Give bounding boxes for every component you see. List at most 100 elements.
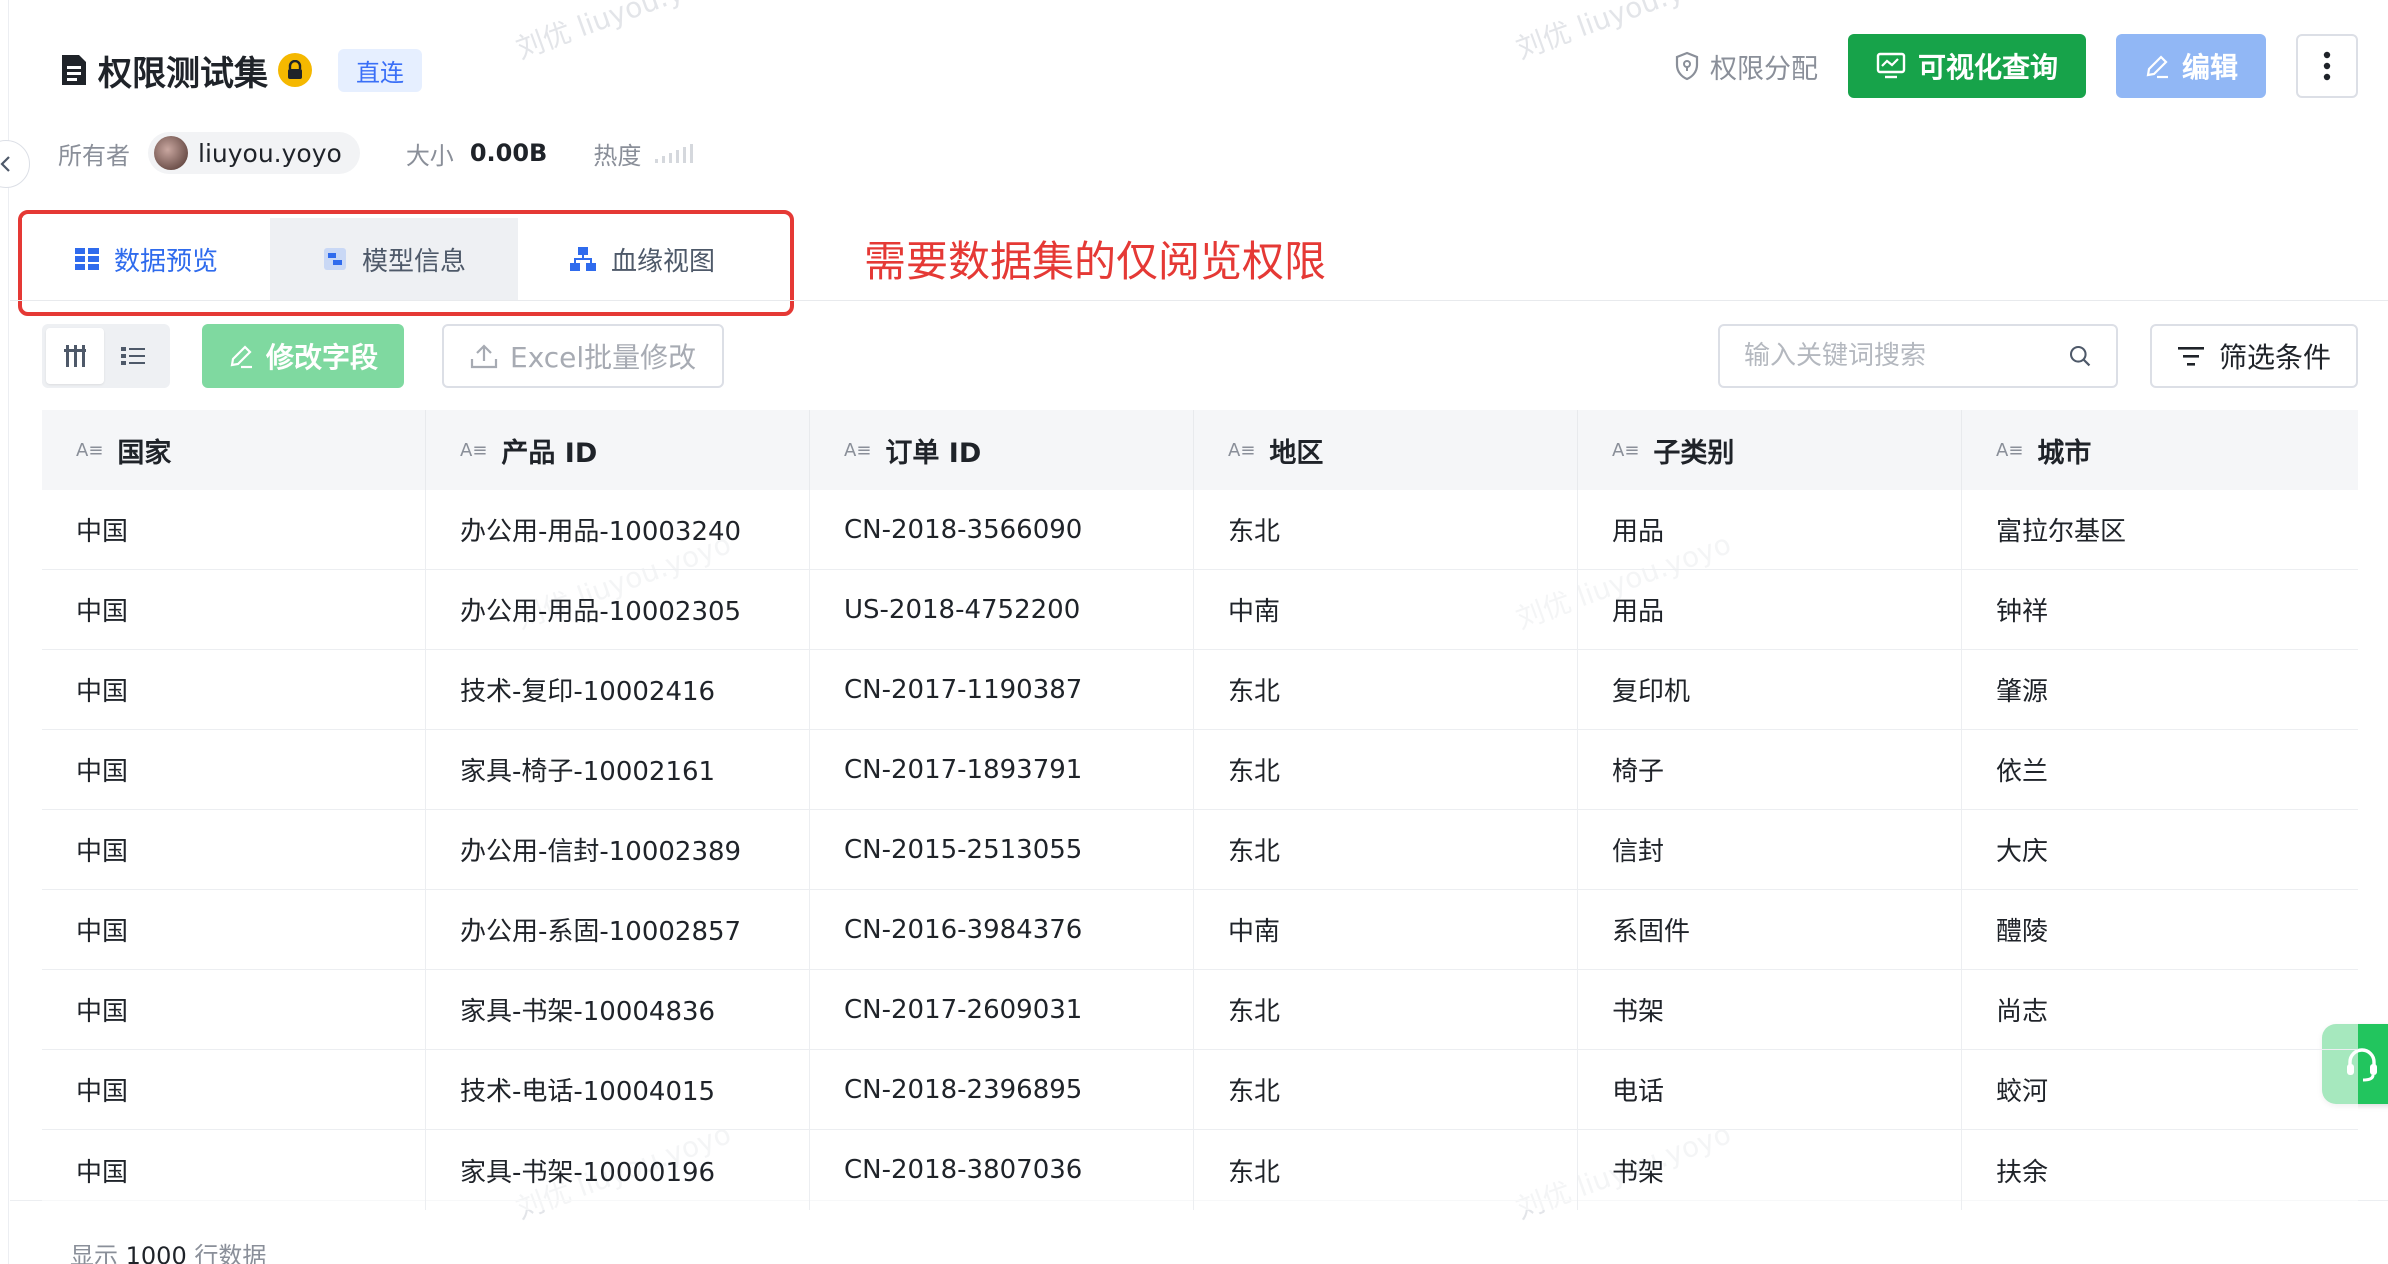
table-cell: 复印机 — [1578, 650, 1962, 729]
header-actions: 权限分配 可视化查询 编辑 — [1674, 34, 2358, 98]
pencil-icon — [2146, 55, 2168, 79]
owner-name: liuyou.yoyo — [198, 138, 342, 168]
table-row[interactable]: 中国 办公用-用品-10002305 US-2018-4752200 中南 用品 钟祥 — [42, 570, 2358, 650]
view-mode-toggle — [42, 324, 170, 388]
row-count: 1000 — [125, 1242, 187, 1264]
table-cell: 中国 — [42, 570, 426, 649]
more-options-button[interactable] — [2296, 34, 2358, 98]
table-cell: 书架 — [1578, 970, 1962, 1049]
edit-button[interactable]: 编辑 — [2115, 34, 2266, 98]
list-view-icon — [121, 347, 145, 365]
lock-icon — [278, 53, 312, 87]
heat-label: 热度 — [593, 141, 642, 170]
column-header[interactable]: A≡ 子类别 — [1578, 410, 1962, 490]
table-cell: 书架 — [1578, 1130, 1962, 1210]
table-cell: 中国 — [42, 970, 426, 1049]
permission-assign-button[interactable]: 权限分配 — [1674, 47, 1818, 86]
owner-chip[interactable]: liuyou.yoyo — [148, 132, 360, 174]
tab-bar: 数据预览 模型信息 血缘视图 — [22, 218, 766, 300]
page-title: 权限测试集 — [98, 53, 268, 94]
column-view-button[interactable] — [46, 328, 104, 384]
table-cell: CN-2016-3984376 — [810, 890, 1194, 969]
table-cell: CN-2018-3807036 — [810, 1130, 1194, 1210]
table-cell: 技术-电话-10004015 — [426, 1050, 810, 1129]
table-cell: 中国 — [42, 730, 426, 809]
table-cell: 中国 — [42, 810, 426, 889]
table-row[interactable]: 中国 办公用-用品-10003240 CN-2018-3566090 东北 用品 富拉尔基… — [42, 490, 2358, 570]
owner-label: 所有者 — [58, 141, 130, 170]
text-type-icon: A≡ — [844, 439, 872, 461]
table-cell: 用品 — [1578, 490, 1962, 569]
table-cell: 中国 — [42, 890, 426, 969]
filter-icon — [2177, 347, 2204, 366]
search-icon[interactable] — [2068, 342, 2092, 370]
list-view-button[interactable] — [104, 328, 162, 384]
table-cell: 东北 — [1194, 730, 1578, 809]
edit-label: 编辑 — [2181, 51, 2238, 84]
table-cell: 办公用-用品-10002305 — [426, 570, 810, 649]
dataset-meta: 所有者 liuyou.yoyo 大小 0.00B 热度 — [58, 130, 694, 176]
table-cell: 信封 — [1578, 810, 1962, 889]
table-body: 中国 办公用-用品-10003240 CN-2018-3566090 东北 用品 富拉尔基… — [42, 490, 2358, 1210]
table-cell: 椅子 — [1578, 730, 1962, 809]
table-cell: 办公用-系固-10002857 — [426, 890, 810, 969]
tabs-divider — [10, 300, 2388, 301]
more-vertical-icon — [2323, 51, 2331, 81]
filter-button[interactable]: 筛选条件 — [2150, 324, 2358, 388]
table-row[interactable]: 中国 技术-电话-10004015 CN-2018-2396895 东北 电话 蛟河 — [42, 1050, 2358, 1130]
heat-bars-icon — [655, 143, 694, 163]
size-value: 0.00B — [469, 139, 548, 167]
tab-label: 血缘视图 — [610, 246, 715, 277]
table-cell: 中南 — [1194, 570, 1578, 649]
table-cell: 家具-书架-10000196 — [426, 1130, 810, 1210]
edit-fields-button[interactable]: 修改字段 — [202, 324, 405, 388]
table-cell: 电话 — [1578, 1050, 1962, 1129]
search-input[interactable] — [1744, 341, 2068, 371]
table-row[interactable]: 中国 家具-椅子-10002161 CN-2017-1893791 东北 椅子 依兰 — [42, 730, 2358, 810]
table-cell: 中国 — [42, 1130, 426, 1210]
table-cell: 东北 — [1194, 490, 1578, 569]
row-count-footer: 显示 1000 行数据 — [70, 1236, 266, 1264]
column-header[interactable]: A≡ 国家 — [42, 410, 426, 490]
data-table: A≡ 国家 A≡ 产品 ID A≡ 订单 ID A≡ 地区 A≡ 子类别 A≡ 城市 中国办… — [42, 410, 2358, 1210]
table-cell: 东北 — [1194, 970, 1578, 1049]
table-cell: CN-2018-2396895 — [810, 1050, 1194, 1129]
tab-label: 数据预览 — [113, 246, 218, 277]
table-cell: 依兰 — [1996, 757, 2049, 787]
tab-lineage-view[interactable]: 血缘视图 — [518, 218, 766, 300]
text-type-icon: A≡ — [1228, 439, 1256, 461]
column-header[interactable]: A≡ 订单 ID — [810, 410, 1194, 490]
column-header[interactable]: A≡ 产品 ID — [426, 410, 810, 490]
table-cell: CN-2017-1190387 — [810, 650, 1194, 729]
visual-query-label: 可视化查询 — [1917, 51, 2058, 84]
table-row[interactable]: 中国 技术-复印-10002416 CN-2017-1190387 东北 复印机 肇源 — [42, 650, 2358, 730]
table-header: A≡ 国家 A≡ 产品 ID A≡ 订单 ID A≡ 地区 A≡ 子类别 A≡ 城市 — [42, 410, 2358, 490]
table-cell: 办公用-用品-10003240 — [426, 490, 810, 569]
table-cell: 中国 — [42, 1050, 426, 1129]
tab-model-info[interactable]: 模型信息 — [270, 218, 518, 300]
annotation-text: 需要数据集的仅阅览权限 — [864, 237, 1327, 286]
table-cell: 中南 — [1194, 890, 1578, 969]
table-row[interactable]: 中国 家具-书架-10004836 CN-2017-2609031 东北 书架 尚志 — [42, 970, 2358, 1050]
visual-query-button[interactable]: 可视化查询 — [1847, 34, 2086, 98]
column-header[interactable]: A≡ 城市 — [1962, 410, 2358, 490]
table-row[interactable]: 中国 家具-书架-10000196 CN-2018-3807036 东北 书架 扶余 — [42, 1130, 2358, 1210]
table-cell: 系固件 — [1578, 890, 1962, 969]
watermark: 刘优 liuyou.yoyo — [511, 0, 736, 66]
table-row[interactable]: 中国 办公用-系固-10002857 CN-2016-3984376 中南 系固件 醴陵 — [42, 890, 2358, 970]
connection-type-badge: 直连 — [338, 48, 422, 92]
table-cell: 家具-椅子-10002161 — [426, 730, 810, 809]
grid-icon — [74, 248, 99, 270]
table-cell: 技术-复印-10002416 — [426, 650, 810, 729]
excel-batch-edit-button[interactable]: Excel批量修改 — [442, 324, 725, 388]
text-type-icon: A≡ — [76, 439, 104, 461]
lineage-icon — [569, 247, 596, 271]
sidebar-collapse-button[interactable] — [0, 140, 30, 188]
table-cell: 肇源 — [1996, 677, 2049, 707]
table-row[interactable]: 中国 办公用-信封-10002389 CN-2015-2513055 东北 信封 大庆 — [42, 810, 2358, 890]
table-cell: 中国 — [42, 490, 426, 569]
column-header[interactable]: A≡ 地区 — [1194, 410, 1578, 490]
tab-data-preview[interactable]: 数据预览 — [22, 218, 270, 300]
table-cell: 扶余 — [1996, 1157, 2049, 1188]
column-view-icon — [64, 345, 86, 367]
